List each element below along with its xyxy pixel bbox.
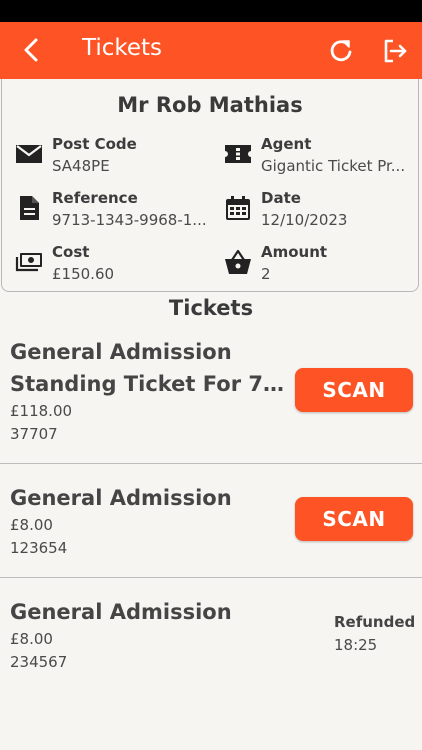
reference-label: Reference [52, 189, 138, 207]
refunded-time: 18:25 [334, 636, 378, 654]
logout-icon[interactable] [380, 36, 410, 66]
ticket-code: 123654 [10, 539, 68, 557]
amount-field: Amount 2 [223, 243, 418, 287]
reference-value: 9713-1343-9968-1... [52, 211, 207, 229]
app-bar: Tickets [0, 22, 422, 79]
ticket-price: £8.00 [10, 630, 53, 648]
money-icon [15, 253, 42, 272]
status-bar [0, 0, 422, 22]
ticket-name-line1: General Admission [10, 486, 232, 510]
ticket-divider [0, 577, 422, 578]
refresh-icon[interactable] [326, 36, 356, 66]
cost-field: Cost £150.60 [14, 243, 204, 287]
ticket-name-line2: Standing Ticket For 7:3... [10, 372, 290, 396]
ticket-price: £118.00 [10, 402, 73, 420]
cost-label: Cost [52, 243, 90, 261]
ticket-code: 234567 [10, 653, 68, 671]
post-code-field: Post Code SA48PE [14, 135, 204, 179]
agent-label: Agent [261, 135, 312, 153]
document-icon [20, 196, 39, 220]
amount-label: Amount [261, 243, 328, 261]
ticket-row: General Admission £8.00 234567 Refunded … [0, 594, 422, 694]
agent-value: Gigantic Ticket Pr... [261, 157, 406, 175]
ticket-name-line1: General Admission [10, 600, 232, 624]
amount-value: 2 [261, 265, 271, 283]
date-value: 12/10/2023 [261, 211, 348, 229]
ticket-icon [225, 145, 251, 163]
agent-field: Agent Gigantic Ticket Pr... [223, 135, 418, 179]
ticket-row: General Admission £8.00 123654 SCAN [0, 480, 422, 576]
envelope-icon [16, 145, 42, 163]
reference-field: Reference 9713-1343-9968-1... [14, 189, 207, 233]
ticket-name-line1: General Admission [10, 340, 232, 364]
customer-name: Mr Rob Mathias [117, 93, 303, 117]
post-code-label: Post Code [52, 135, 137, 153]
refunded-status: Refunded [334, 613, 416, 631]
ticket-price: £8.00 [10, 516, 53, 534]
basket-icon [225, 249, 251, 274]
post-code-value: SA48PE [52, 157, 110, 175]
ticket-divider [0, 463, 422, 464]
date-field: Date 12/10/2023 [223, 189, 418, 233]
order-details-card: Mr Rob Mathias Post Code SA48PE Agent Gi… [1, 79, 419, 292]
ticket-row: General Admission Standing Ticket For 7:… [0, 334, 422, 464]
tickets-section-title: Tickets [168, 296, 254, 320]
date-label: Date [261, 189, 301, 207]
cost-value: £150.60 [52, 265, 115, 283]
calendar-icon [226, 196, 250, 220]
page-title: Tickets [82, 35, 163, 61]
scan-button[interactable]: SCAN [295, 497, 413, 541]
ticket-code: 37707 [10, 425, 58, 443]
scan-button[interactable]: SCAN [295, 368, 413, 412]
back-arrow-icon[interactable] [16, 34, 48, 66]
